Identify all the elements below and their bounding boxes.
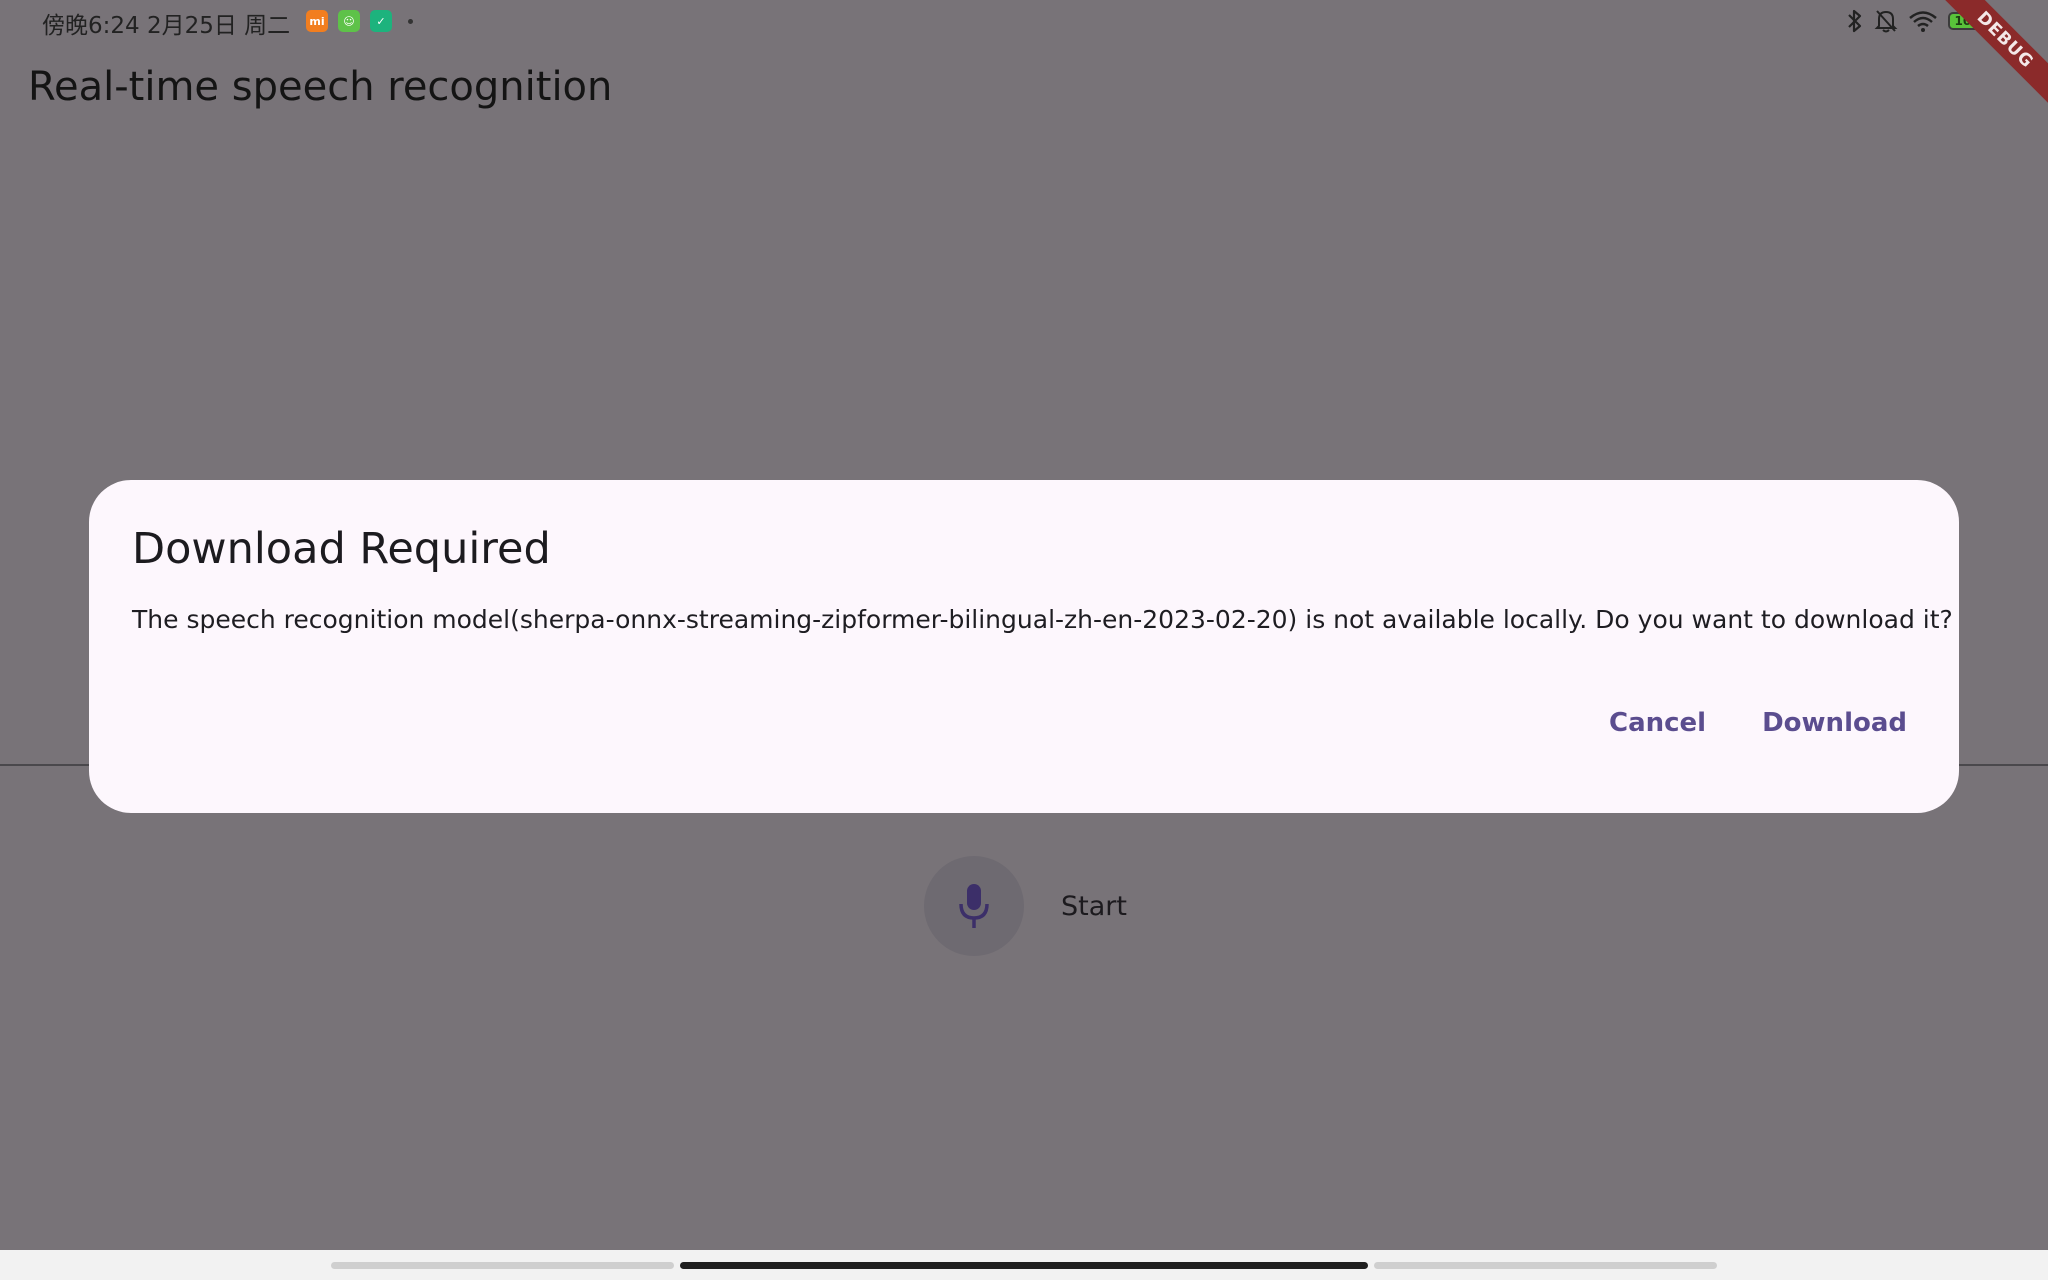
message-app-icon: ☺ bbox=[338, 10, 360, 32]
more-notifications-dot bbox=[408, 18, 413, 24]
nav-segment-left bbox=[331, 1262, 674, 1269]
dialog-actions: Cancel Download bbox=[1609, 708, 1907, 738]
dialog-title: Download Required bbox=[132, 524, 551, 574]
status-bar: 傍晚6:24 2月25日 周二 mi ☺ ✓ 100 bbox=[0, 0, 2048, 42]
download-button[interactable]: Download bbox=[1762, 708, 1907, 738]
bluetooth-icon bbox=[1848, 9, 1862, 33]
download-dialog: Download Required The speech recognition… bbox=[89, 480, 1959, 813]
mic-control: Start bbox=[924, 856, 1127, 956]
navigation-bar bbox=[0, 1250, 2048, 1280]
bell-muted-icon bbox=[1874, 10, 1898, 33]
status-time: 傍晚6:24 2月25日 周二 bbox=[42, 13, 291, 39]
home-handle[interactable] bbox=[680, 1262, 1368, 1269]
wifi-icon bbox=[1909, 11, 1937, 32]
page-title: Real-time speech recognition bbox=[28, 64, 613, 110]
shield-app-icon: ✓ bbox=[370, 10, 392, 32]
mi-icon: mi bbox=[306, 10, 328, 32]
mic-label: Start bbox=[1061, 890, 1127, 922]
cancel-button[interactable]: Cancel bbox=[1609, 708, 1706, 738]
notification-icons: mi ☺ ✓ bbox=[306, 10, 413, 32]
microphone-icon bbox=[959, 884, 989, 928]
nav-segment-right bbox=[1374, 1262, 1717, 1269]
mic-button[interactable] bbox=[924, 856, 1024, 956]
dialog-message: The speech recognition model(sherpa-onnx… bbox=[132, 604, 1953, 634]
